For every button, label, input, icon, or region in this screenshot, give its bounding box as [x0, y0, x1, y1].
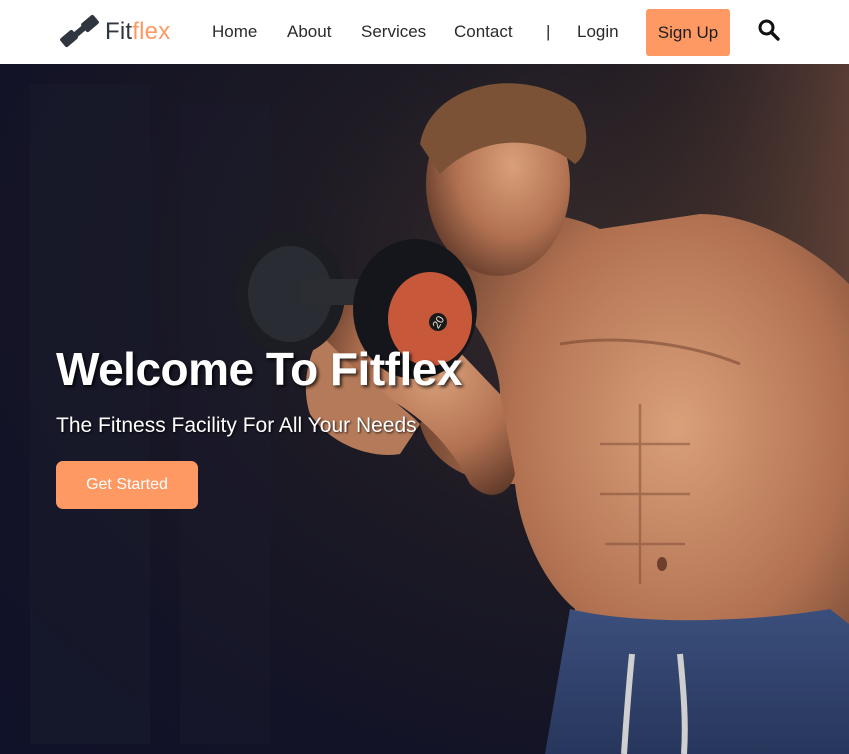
nav-link-about[interactable]: About	[287, 22, 331, 42]
search-icon[interactable]	[757, 18, 781, 42]
nav-separator: |	[546, 22, 551, 41]
signup-button-label: Sign Up	[657, 22, 719, 42]
dumbbell-icon	[60, 14, 99, 48]
brand-name-fit: Fit	[105, 18, 133, 45]
get-started-button[interactable]: Get Started	[56, 461, 198, 509]
nav-link-services[interactable]: Services	[361, 22, 426, 42]
navbar: Fitflex Home About Services Contact | Lo…	[0, 0, 849, 64]
get-started-button-label: Get Started	[86, 476, 168, 493]
nav-link-login[interactable]: Login	[577, 22, 619, 42]
nav-link-contact[interactable]: Contact	[454, 22, 513, 42]
nav-link-home[interactable]: Home	[212, 22, 257, 42]
signup-button[interactable]: Sign Up	[646, 9, 730, 56]
hero-subtitle: The Fitness Facility For All Your Needs	[56, 414, 417, 437]
brand-logo[interactable]: Fitflex	[58, 13, 170, 51]
hero-section: 20 Welcome To Fitflex The Fitness Facili…	[0, 64, 849, 754]
hero-background-image: 20	[30, 64, 849, 754]
hero-title: Welcome To Fitflex	[56, 343, 462, 395]
brand-name-flex: flex	[132, 18, 171, 45]
